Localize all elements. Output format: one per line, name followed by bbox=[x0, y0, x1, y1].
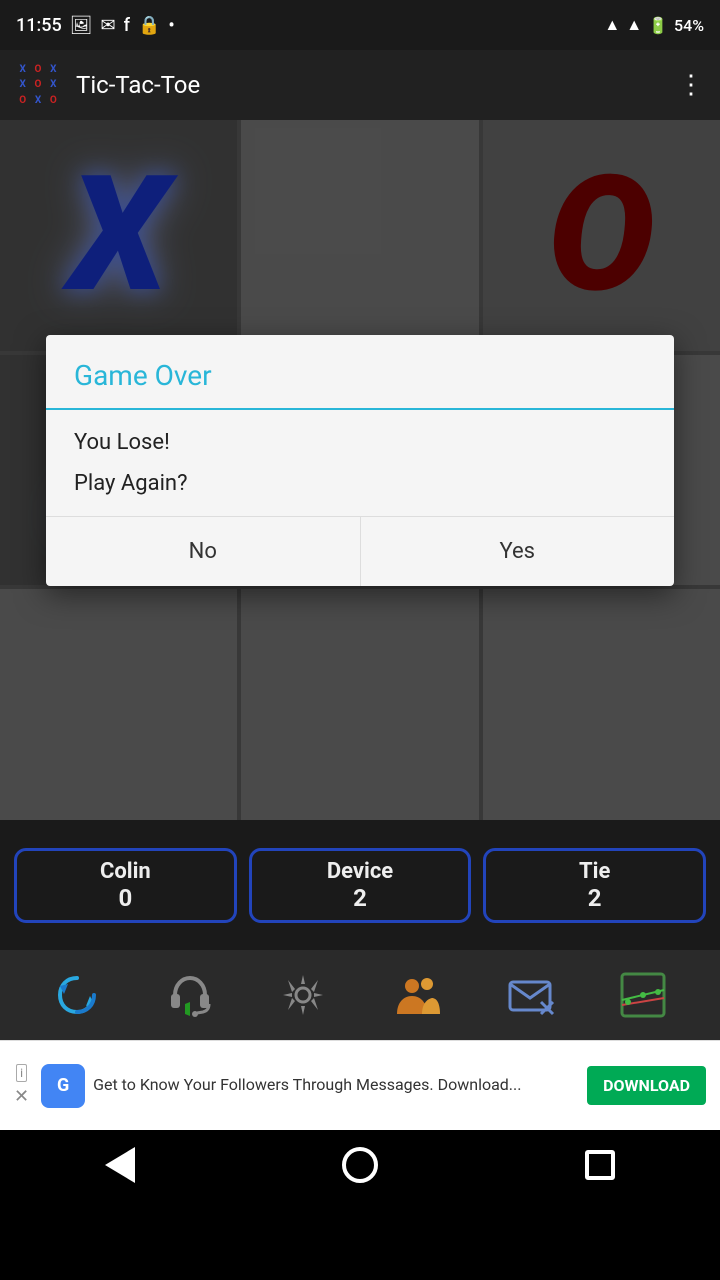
recents-icon bbox=[585, 1150, 615, 1180]
score-value-colin: 0 bbox=[118, 884, 132, 912]
score-label-device: Device bbox=[327, 859, 393, 884]
settings-icon[interactable] bbox=[273, 965, 333, 1025]
menu-button[interactable]: ⋮ bbox=[678, 70, 704, 100]
ad-text: Get to Know Your Followers Through Messa… bbox=[93, 1075, 521, 1096]
no-button[interactable]: No bbox=[46, 517, 361, 586]
ad-download-button[interactable]: DOWNLOAD bbox=[587, 1066, 706, 1105]
battery-percent: 54% bbox=[674, 16, 704, 35]
dialog-buttons: No Yes bbox=[46, 516, 674, 586]
chart-icon[interactable] bbox=[613, 965, 673, 1025]
dialog-title: Game Over bbox=[46, 335, 674, 408]
photo-icon: 🖼 bbox=[70, 15, 93, 36]
time: 11:55 bbox=[16, 15, 62, 36]
email-icon: ✉ bbox=[101, 15, 116, 36]
battery-icon: 🔋 bbox=[648, 16, 668, 35]
yes-button[interactable]: Yes bbox=[361, 517, 675, 586]
back-button[interactable] bbox=[90, 1135, 150, 1195]
home-button[interactable] bbox=[330, 1135, 390, 1195]
users-icon[interactable] bbox=[387, 965, 447, 1025]
scoreboard: Colin 0 Device 2 Tie 2 bbox=[0, 820, 720, 950]
status-bar: 11:55 🖼 ✉ f 🔒 • ▲ ▲ 🔋 54% bbox=[0, 0, 720, 50]
ad-icon: G bbox=[41, 1064, 85, 1108]
dialog-message1: You Lose! bbox=[74, 430, 646, 455]
game-over-dialog: Game Over You Lose! Play Again? No Yes bbox=[46, 335, 674, 586]
nav-bar bbox=[0, 1130, 720, 1200]
status-bar-right: ▲ ▲ 🔋 54% bbox=[604, 15, 704, 35]
ad-info: i ✕ G Get to Know Your Followers Through… bbox=[14, 1064, 575, 1108]
lock-icon: 🔒 bbox=[138, 15, 160, 36]
app-title: Tic-Tac-Toe bbox=[76, 71, 662, 99]
score-box-colin: Colin 0 bbox=[14, 848, 237, 923]
bottom-toolbar bbox=[0, 950, 720, 1040]
refresh-icon[interactable] bbox=[47, 965, 107, 1025]
headset-icon[interactable] bbox=[160, 965, 220, 1025]
score-box-tie: Tie 2 bbox=[483, 848, 706, 923]
mail-icon[interactable] bbox=[500, 965, 560, 1025]
score-value-tie: 2 bbox=[588, 884, 602, 912]
wifi-icon: ▲ bbox=[604, 15, 620, 35]
score-box-device: Device 2 bbox=[249, 848, 472, 923]
score-value-device: 2 bbox=[353, 884, 367, 912]
signal-icon: ▲ bbox=[626, 15, 642, 35]
score-label-colin: Colin bbox=[100, 859, 151, 884]
recents-button[interactable] bbox=[570, 1135, 630, 1195]
status-bar-left: 11:55 🖼 ✉ f 🔒 • bbox=[16, 15, 175, 36]
ad-label: i bbox=[16, 1064, 27, 1082]
dialog-message2: Play Again? bbox=[74, 471, 646, 496]
app-icon: X O X X O X O X O bbox=[16, 63, 60, 107]
back-icon bbox=[105, 1147, 135, 1183]
dialog-body: You Lose! Play Again? bbox=[46, 410, 674, 516]
facebook-icon: f bbox=[124, 15, 130, 36]
ad-banner: i ✕ G Get to Know Your Followers Through… bbox=[0, 1040, 720, 1130]
app-bar: X O X X O X O X O Tic-Tac-Toe ⋮ bbox=[0, 50, 720, 120]
score-label-tie: Tie bbox=[579, 859, 610, 884]
ad-close[interactable]: ✕ bbox=[14, 1086, 29, 1107]
home-icon bbox=[342, 1147, 378, 1183]
dot-icon: • bbox=[168, 15, 174, 36]
